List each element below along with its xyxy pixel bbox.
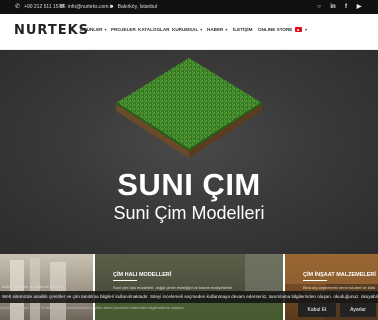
category-card[interactable]: ÇİM HALI MODELLERİ Suni çim halı modelle…: [95, 254, 283, 320]
phone-icon: ✆: [15, 4, 21, 10]
nav-item-projeler[interactable]: PROJELER: [111, 27, 136, 32]
nav-label: PROJELER: [111, 27, 136, 32]
nav-item-urunler[interactable]: ÜRÜNLER ▾: [80, 27, 106, 32]
facebook-icon[interactable]: f: [342, 3, 350, 11]
youtube-icon[interactable]: ▶: [355, 3, 363, 11]
phone-contact[interactable]: ✆ +90 212 511 15 86: [15, 4, 66, 10]
location-contact: ● Bakırköy, İstanbul: [110, 4, 157, 10]
nav-item-haber[interactable]: HABER ▾: [207, 27, 227, 32]
map-pin-icon: ●: [110, 4, 114, 10]
card-divider: [303, 280, 327, 281]
linkedin-icon[interactable]: in: [329, 3, 337, 11]
category-card[interactable]: İnden Turk kim ve dokuma ürünleri Uzman …: [0, 254, 93, 320]
chevron-down-icon: ▾: [305, 27, 308, 32]
nav-item-kataloglar[interactable]: KATALOGLAR: [138, 27, 169, 32]
nav-label: ÜRÜNLER: [80, 27, 103, 32]
card-title: ÇİM İNŞAAT MALZEMELERİ: [303, 272, 376, 278]
instagram-icon[interactable]: ○: [315, 3, 323, 11]
hero-title: SUNI ÇIM: [117, 167, 261, 202]
chevron-down-icon: ▾: [225, 27, 228, 32]
cookie-settings-button[interactable]: Ayarlar: [340, 303, 376, 317]
top-bar: ✆ +90 212 511 15 86 ✉ info@nurteks.com.t…: [0, 0, 378, 14]
chevron-down-icon: ▾: [200, 27, 203, 32]
nav-label: İLETİŞİM: [233, 27, 253, 32]
cookie-banner: Web sitemizde analitik çerezler ve çim t…: [0, 291, 378, 303]
nav-item-kurumsal[interactable]: KURUMSAL ▾: [172, 27, 202, 32]
nav-item-online-store[interactable]: ONLINE STORE: [258, 27, 292, 32]
nav-label: HABER: [207, 27, 224, 32]
email-address: info@nurteks.com.tr: [68, 4, 113, 10]
envelope-icon: ✉: [59, 4, 65, 10]
card-title: ÇİM HALI MODELLERİ: [113, 272, 172, 278]
hero-banner: SUNI ÇIM Suni Çim Modelleri: [0, 50, 378, 254]
chevron-down-icon: ▾: [104, 27, 107, 32]
hero-subtitle: Suni Çim Modelleri: [113, 203, 265, 223]
location-text: Bakırköy, İstanbul: [117, 4, 157, 10]
site-logo[interactable]: NURTEKS: [14, 23, 89, 38]
cookie-accept-button[interactable]: Kabul Et: [298, 303, 336, 317]
turkey-flag-icon[interactable]: [295, 27, 302, 32]
nav-label: KURUMSAL: [172, 27, 199, 32]
cookie-more-info[interactable]: Ayrıntılı bilgi için Çerez Politikamızı …: [0, 305, 290, 310]
site-header: NURTEKS ÜRÜNLER ▾ PROJELER KATALOGLAR KU…: [0, 14, 378, 50]
nav-label: KATALOGLAR: [138, 27, 170, 32]
card-divider: [113, 280, 137, 281]
nav-label: ONLINE STORE: [258, 27, 293, 32]
nav-item-iletisim[interactable]: İLETİŞİM: [233, 27, 252, 32]
language-dropdown[interactable]: ▾: [305, 27, 307, 32]
email-contact[interactable]: ✉ info@nurteks.com.tr: [59, 4, 113, 10]
